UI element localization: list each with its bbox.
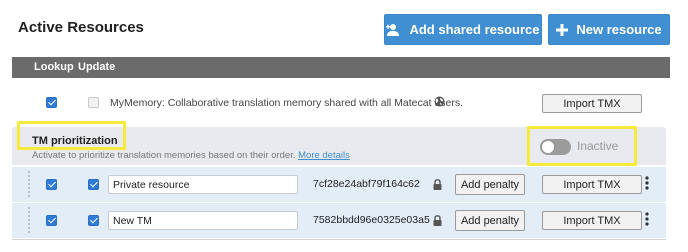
tm-key: 7cf28e24abf79f164c62 <box>313 178 420 190</box>
tm-lookup-checkbox[interactable] <box>46 179 57 190</box>
add-penalty-button[interactable]: Add penalty <box>455 174 525 195</box>
more-options-icon[interactable] <box>645 176 649 195</box>
prioritization-description-text: Activate to prioritize translation memor… <box>32 150 296 161</box>
mymemory-row: MyMemory: Collaborative translation memo… <box>12 84 670 122</box>
drag-handle-icon[interactable] <box>28 171 31 197</box>
add-shared-resource-label: Add shared resource <box>409 22 540 37</box>
highlight-box <box>527 126 637 166</box>
add-user-icon <box>386 23 401 37</box>
add-shared-resource-button[interactable]: Add shared resource <box>384 14 542 45</box>
add-penalty-button[interactable]: Add penalty <box>455 210 525 231</box>
resources-table-header: Lookup Update <box>12 57 670 78</box>
add-penalty-label: Add penalty <box>460 178 520 191</box>
more-options-icon[interactable] <box>645 212 649 231</box>
tm-update-checkbox[interactable] <box>88 179 99 190</box>
import-tmx-label: Import TMX <box>563 214 621 227</box>
tm-prioritization-description: Activate to prioritize translation memor… <box>32 150 350 161</box>
import-tmx-label: Import TMX <box>563 178 621 191</box>
more-details-link[interactable]: More details <box>298 150 350 161</box>
lock-icon <box>433 213 442 231</box>
mymemory-update-checkbox[interactable] <box>88 97 99 108</box>
add-penalty-label: Add penalty <box>460 214 520 227</box>
table-bottom-border <box>12 239 666 240</box>
tm-name-input[interactable]: New TM <box>108 211 298 230</box>
tm-key: 7582bbdd96e0325e03a5 <box>313 214 430 226</box>
tm-update-checkbox[interactable] <box>88 215 99 226</box>
plus-icon <box>556 23 569 36</box>
page-title: Active Resources <box>18 19 144 36</box>
tm-row[interactable]: New TM 7582bbdd96e0325e03a5 Add penalty … <box>12 203 666 238</box>
tm-import-tmx-button[interactable]: Import TMX <box>542 175 642 194</box>
column-update: Update <box>78 61 116 73</box>
drag-handle-icon[interactable] <box>28 207 31 233</box>
tm-row[interactable]: Private resource 7cf28e24abf79f164c62 Ad… <box>12 167 666 202</box>
import-tmx-label: Import TMX <box>563 97 621 110</box>
column-lookup: Lookup <box>34 61 74 73</box>
lock-icon <box>433 177 442 195</box>
mymemory-import-tmx-button[interactable]: Import TMX <box>542 94 642 113</box>
globe-icon <box>434 94 445 112</box>
new-resource-label: New resource <box>576 22 662 37</box>
tm-name-input[interactable]: Private resource <box>108 175 298 194</box>
mymemory-description: MyMemory: Collaborative translation memo… <box>110 97 464 109</box>
highlight-box <box>17 121 126 150</box>
new-resource-button[interactable]: New resource <box>548 14 670 45</box>
tm-import-tmx-button[interactable]: Import TMX <box>542 211 642 230</box>
mymemory-lookup-checkbox[interactable] <box>46 97 57 108</box>
tm-lookup-checkbox[interactable] <box>46 215 57 226</box>
